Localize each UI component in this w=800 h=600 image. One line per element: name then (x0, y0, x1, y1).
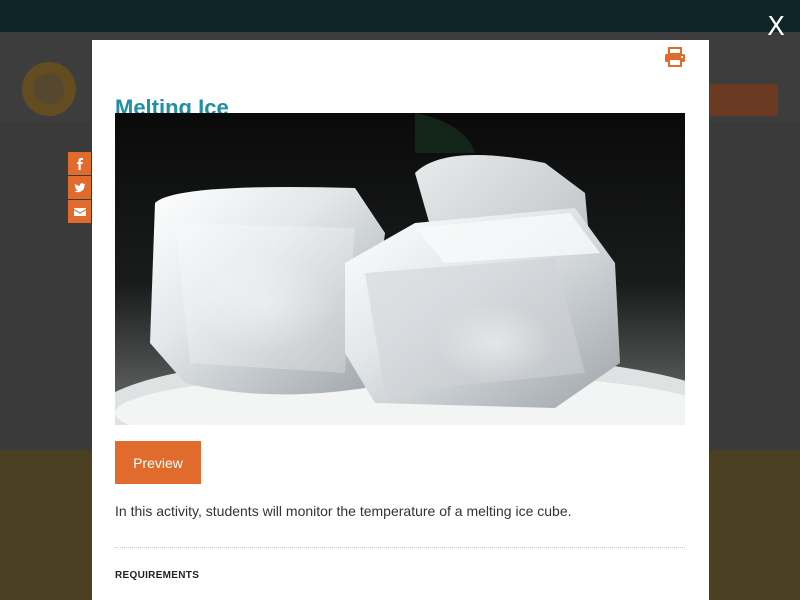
close-button[interactable]: X (764, 12, 788, 42)
print-icon (665, 47, 685, 67)
twitter-icon (73, 182, 85, 192)
share-twitter-button[interactable] (68, 176, 91, 199)
ice-cubes-image (115, 113, 685, 425)
print-button[interactable] (664, 47, 686, 67)
activity-description: In this activity, students will monitor … (115, 503, 572, 519)
background-logo (22, 62, 76, 116)
share-facebook-button[interactable] (68, 152, 91, 175)
background-top-bar (0, 0, 800, 32)
share-email-button[interactable] (68, 200, 91, 223)
activity-image (115, 113, 685, 425)
preview-button[interactable]: Preview (115, 441, 201, 484)
facebook-icon (76, 157, 83, 170)
section-divider (115, 547, 685, 548)
envelope-icon (73, 207, 86, 216)
requirements-heading: REQUIREMENTS (115, 570, 200, 581)
activity-modal: Melting Ice Preview In this activity, st… (92, 40, 709, 600)
background-cta-button (700, 84, 778, 116)
